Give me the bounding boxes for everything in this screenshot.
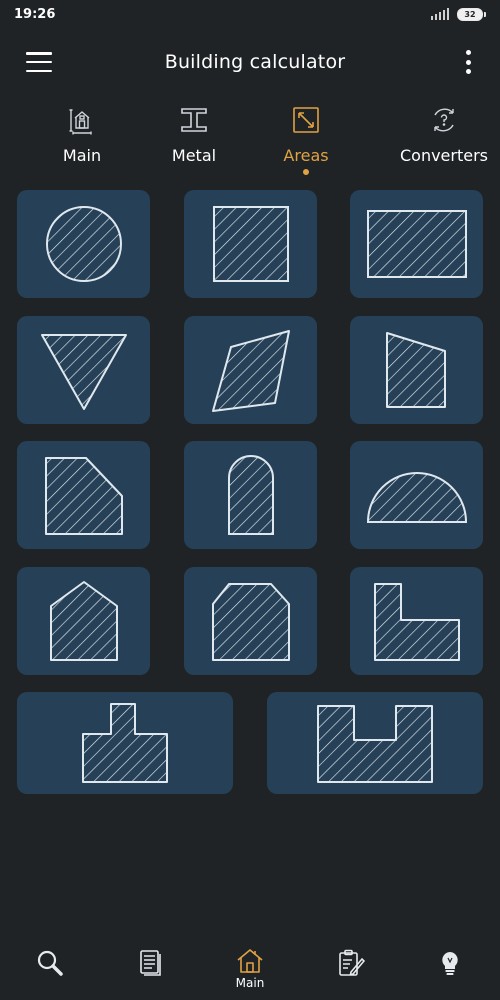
tab-areas-label: Areas (283, 146, 329, 165)
square-shape-icon (212, 206, 289, 282)
shape-card-l-shape[interactable] (350, 567, 483, 675)
t-shape-icon (82, 703, 168, 783)
shape-card-cut-corner[interactable] (17, 441, 150, 549)
app-title: Building calculator (164, 51, 346, 73)
shape-card-trapezoid[interactable] (350, 316, 483, 424)
octagon-shape-icon (211, 583, 290, 661)
i-beam-icon (181, 108, 207, 132)
nav-main-label: Main (235, 976, 265, 990)
hamburger-menu-icon[interactable] (26, 52, 52, 72)
shape-card-pentagon[interactable] (17, 567, 150, 675)
l-shape-icon (373, 583, 460, 661)
nav-documents[interactable] (115, 944, 185, 978)
shape-card-triangle[interactable] (17, 316, 150, 424)
tab-converters-label: Converters (399, 146, 489, 165)
tab-main-label: Main (62, 146, 102, 165)
nav-notes[interactable] (315, 944, 385, 978)
shape-card-t-shape[interactable] (17, 692, 233, 794)
semicircle-shape-icon (366, 472, 467, 523)
signal-icon (431, 8, 449, 20)
trapezoid-shape-icon (385, 332, 446, 408)
tab-main[interactable]: Main (0, 100, 164, 180)
status-time: 19:26 (14, 6, 56, 22)
shape-card-arch[interactable] (184, 441, 317, 549)
shape-card-u-shape[interactable] (267, 692, 483, 794)
circle-shape-icon (45, 206, 122, 282)
rectangle-shape-icon (366, 210, 467, 278)
clipboard-edit-icon (339, 949, 365, 976)
tab-converters[interactable]: Converters (388, 100, 500, 180)
battery-level: 32 (457, 7, 483, 21)
nav-search[interactable] (15, 944, 85, 978)
more-vertical-icon[interactable] (458, 50, 478, 74)
tab-areas[interactable]: Areas (224, 100, 388, 180)
triangle-shape-icon (40, 334, 127, 410)
house-measure-icon (69, 109, 92, 135)
converter-icon (434, 108, 454, 132)
nav-tips[interactable] (415, 944, 485, 978)
documents-icon (140, 950, 161, 976)
area-resize-icon (293, 107, 319, 133)
status-bar: 19:26 32 (0, 0, 500, 28)
shape-card-octagon[interactable] (184, 567, 317, 675)
status-indicators: 32 (431, 7, 486, 21)
lightbulb-icon (442, 952, 458, 975)
home-icon (237, 949, 263, 973)
shape-card-rectangle[interactable] (350, 190, 483, 298)
search-icon (37, 950, 63, 976)
parallelogram-shape-icon (211, 330, 290, 412)
u-shape-icon (317, 705, 433, 783)
cut-corner-shape-icon (44, 457, 123, 535)
tab-metal[interactable]: Metal (164, 100, 224, 180)
shape-card-circle[interactable] (17, 190, 150, 298)
active-tab-indicator (303, 169, 309, 175)
tab-metal-label: Metal (171, 146, 217, 165)
battery-icon: 32 (457, 7, 486, 21)
nav-main[interactable]: Main (215, 944, 285, 990)
shape-card-parallelogram[interactable] (184, 316, 317, 424)
app-bar: Building calculator (0, 36, 500, 88)
pentagon-shape-icon (49, 581, 118, 661)
arch-shape-icon (227, 455, 274, 535)
category-tabs: Main Metal Areas Converters (0, 100, 500, 180)
bottom-navigation: Main (0, 944, 500, 1000)
shape-card-semicircle[interactable] (350, 441, 483, 549)
shape-card-square[interactable] (184, 190, 317, 298)
